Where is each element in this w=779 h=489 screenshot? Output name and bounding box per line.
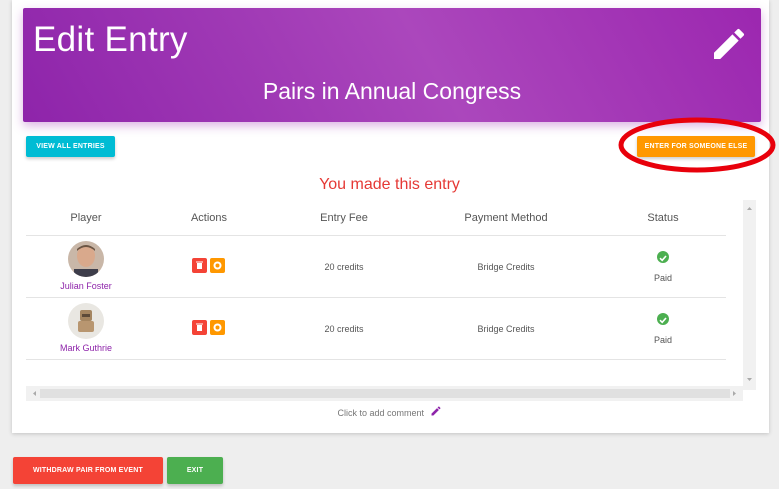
vertical-scrollbar[interactable] [743,200,756,390]
credits-icon[interactable] [210,320,225,335]
entries-table: Player Actions Entry Fee Payment Method … [26,200,743,386]
check-circle-icon [657,251,669,263]
status-badge: Paid [653,273,672,283]
player-name-link[interactable]: Mark Guthrie [41,343,131,353]
credits-icon[interactable] [210,258,225,273]
column-header-payment-method: Payment Method [464,212,548,224]
status-badge: Paid [653,335,672,345]
entry-fee-value: 20 credits [324,324,364,334]
event-subtitle: Pairs in Annual Congress [262,78,522,104]
avatar[interactable] [68,303,104,339]
check-circle-icon [657,313,669,325]
horizontal-scrollbar[interactable] [26,386,743,401]
page-title: Edit Entry [33,20,188,59]
view-all-entries-button[interactable]: VIEW ALL ENTRIES [26,136,115,157]
exit-button[interactable]: EXIT [167,457,223,484]
withdraw-pair-button[interactable]: WITHDRAW PAIR FROM EVENT [13,457,163,484]
avatar[interactable] [68,241,104,277]
payment-method-value: Bridge Credits [477,262,535,272]
page-header: Edit Entry Pairs in Annual Congress [23,8,761,122]
trash-icon[interactable] [192,320,207,335]
table-row: Mark Guthrie 20 credits Bridge Credits P… [26,298,726,360]
entry-notice: You made this entry [319,176,460,193]
column-header-status: Status [647,212,679,224]
column-header-entry-fee: Entry Fee [320,212,368,224]
add-comment-link[interactable]: Click to add comment [0,405,779,418]
payment-method-value: Bridge Credits [477,324,535,334]
pencil-icon[interactable] [430,405,442,417]
column-header-actions: Actions [190,212,228,224]
trash-icon[interactable] [192,258,207,273]
entry-fee-value: 20 credits [324,262,364,272]
column-header-player: Player [70,212,102,224]
enter-for-someone-else-button[interactable]: ENTER FOR SOMEONE ELSE [637,136,755,157]
add-comment-label[interactable]: Click to add comment [337,408,424,418]
player-name-link[interactable]: Julian Foster [41,281,131,291]
pencil-icon[interactable] [709,24,749,64]
table-header: Player Actions Entry Fee Payment Method … [26,200,726,236]
table-row: Julian Foster 20 credits Bridge Credits … [26,236,726,298]
